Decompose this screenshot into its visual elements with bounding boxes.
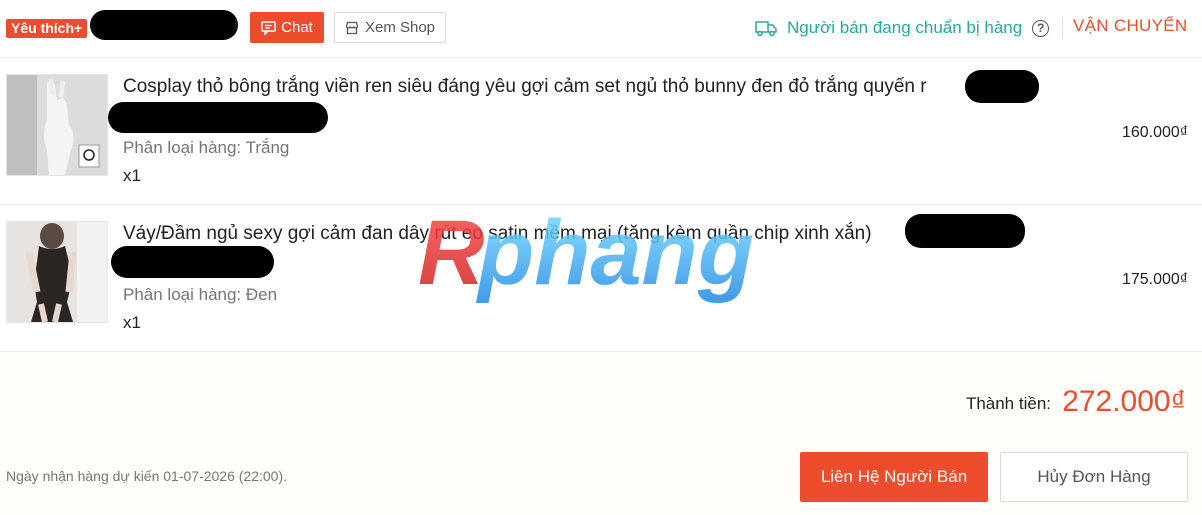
- product-price: 175.000₫: [1121, 271, 1188, 288]
- product-title[interactable]: Cosplay thỏ bông trắng viền ren siêu đán…: [123, 76, 927, 98]
- shop-header: Yêu thích+ l Chat Xem Shop Người bán đan…: [0, 0, 1202, 58]
- view-shop-button[interactable]: Xem Shop: [334, 12, 446, 43]
- redaction: [111, 246, 274, 278]
- chat-button[interactable]: Chat: [250, 12, 324, 43]
- chat-icon: [261, 20, 276, 35]
- shipping-status: Người bán đang chuẩn bị hàng ?: [755, 16, 1050, 40]
- product-price: 160.000₫: [1121, 124, 1188, 141]
- truck-icon: [755, 20, 777, 36]
- favorite-badge: Yêu thích+: [6, 19, 88, 38]
- divider: [1062, 17, 1063, 39]
- cancel-order-button[interactable]: Hủy Đơn Hàng: [1000, 452, 1188, 502]
- product-thumbnail[interactable]: [6, 74, 108, 176]
- shop-name-tail: l: [234, 16, 238, 33]
- product-variant: Phân loại hàng: Trắng: [123, 138, 290, 157]
- shipping-label[interactable]: VẬN CHUYỂN: [1073, 16, 1187, 36]
- product-variant: Phân loại hàng: Đen: [123, 285, 278, 304]
- product-title[interactable]: Váy/Đầm ngủ sexy gợi cảm đan dây rút eo …: [123, 223, 872, 245]
- redaction: [905, 214, 1025, 248]
- order-item[interactable]: Cosplay thỏ bông trắng viền ren siêu đán…: [0, 59, 1202, 205]
- product-thumbnail[interactable]: [6, 221, 108, 323]
- shipping-status-text: Người bán đang chuẩn bị hàng: [787, 18, 1023, 37]
- order-total-label: Thành tiền:: [965, 394, 1051, 413]
- chat-label: Chat: [281, 19, 313, 36]
- redaction: [965, 70, 1039, 103]
- view-shop-label: Xem Shop: [364, 19, 436, 36]
- shop-name-redacted[interactable]: [90, 10, 238, 40]
- redaction: [108, 102, 328, 133]
- product-quantity: x1: [123, 166, 141, 185]
- expected-delivery: Ngày nhận hàng dự kiến 01-07-2026 (22:00…: [6, 468, 288, 484]
- shop-icon: [345, 21, 359, 34]
- order-footer: Thành tiền: 272.000₫ Ngày nhận hàng dự k…: [0, 355, 1202, 515]
- product-quantity: x1: [123, 313, 141, 332]
- order-item[interactable]: Váy/Đầm ngủ sexy gợi cảm đan dây rút eo …: [0, 206, 1202, 352]
- order-total-value: 272.000₫: [1062, 385, 1186, 418]
- help-icon[interactable]: ?: [1032, 19, 1050, 37]
- contact-seller-button[interactable]: Liên Hệ Người Bán: [800, 452, 988, 502]
